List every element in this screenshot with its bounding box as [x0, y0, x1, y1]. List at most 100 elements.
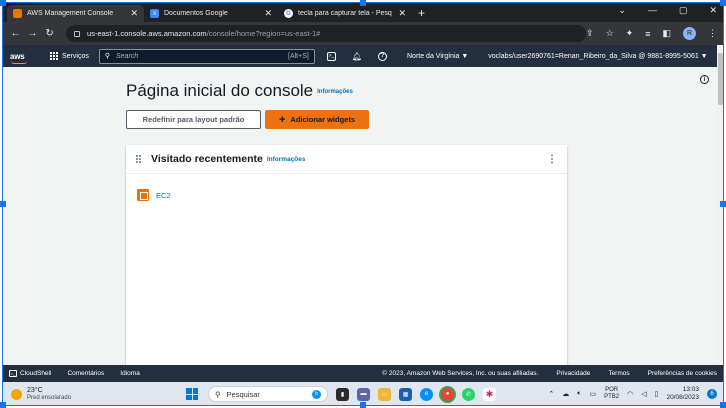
side-panel-icon[interactable]: ◧ [662, 28, 671, 39]
help-icon[interactable]: ? [378, 51, 387, 61]
volume-icon[interactable]: ◁ [641, 390, 646, 398]
tab-search[interactable]: G tecla para capturar tela - Pesquisa ✕ [278, 5, 412, 22]
aws-footer: >_ CloudShell Comentários Idioma © 2023, … [3, 365, 723, 382]
widget-info-link[interactable]: Informações [267, 156, 306, 163]
info-icon[interactable]: i [700, 75, 709, 84]
tab-aws-console[interactable]: AWS Management Console ✕ [7, 5, 144, 22]
resize-handle-top[interactable] [360, 0, 366, 6]
scrollbar-thumb[interactable] [717, 53, 723, 105]
drag-handle-icon[interactable] [136, 155, 142, 163]
aws-logo[interactable]: aws [10, 51, 32, 64]
privacy-link[interactable]: Privacidade [556, 370, 590, 377]
slack-icon[interactable]: ✱ [483, 387, 497, 401]
navbar-icons: >_ 🔔︎ ? [326, 51, 387, 61]
list-item[interactable]: EC2 [137, 189, 171, 201]
copyright-text: © 2023, Amazon Web Services, Inc. ou sua… [382, 370, 539, 377]
resize-handle-bottom[interactable] [360, 402, 366, 408]
bing-icon[interactable]: b [312, 389, 322, 399]
tab-label: tecla para capturar tela - Pesquisa [298, 10, 392, 17]
browser-actions: ⇪ ☆ ✦ ≡ ◧ R ⋮ [586, 27, 717, 40]
store-icon[interactable]: ▦ [399, 387, 413, 401]
cloudshell-link[interactable]: >_ CloudShell [9, 370, 51, 377]
url-path: /console/home?region=us-east-1# [206, 29, 321, 38]
aws-logo-text: aws [10, 51, 25, 61]
bell-icon[interactable]: 🔔︎ [352, 52, 362, 61]
feedback-link[interactable]: Comentários [67, 370, 104, 377]
browser-menu-icon[interactable]: ⋮ [708, 28, 717, 39]
footer-left: >_ CloudShell Comentários Idioma [9, 370, 140, 377]
reset-layout-button[interactable]: Redefinir para layout padrão [126, 110, 261, 129]
window-controls: ⌄ — ▢ ✕ [618, 5, 717, 16]
back-button[interactable]: ← [9, 28, 22, 39]
resize-handle-right[interactable] [720, 201, 726, 207]
language-link[interactable]: Idioma [120, 370, 140, 377]
resize-handle-top-right[interactable] [720, 0, 726, 6]
search-shortcut: [Alt+S] [288, 52, 309, 60]
minimize-button[interactable]: — [648, 5, 657, 16]
resize-handle-bottom-right[interactable] [720, 402, 726, 408]
taskbar-search[interactable]: ⚲ Pesquisar b [208, 386, 329, 402]
terms-link[interactable]: Termos [608, 370, 629, 377]
star-icon[interactable]: ☆ [606, 28, 614, 39]
file-explorer-icon[interactable]: ▭ [378, 387, 392, 401]
recent-item-label[interactable]: EC2 [156, 191, 171, 200]
battery-status-icon[interactable]: ▯ [655, 390, 659, 398]
clock[interactable]: 13:03 20/08/2023 [666, 386, 699, 402]
resize-handle-left[interactable] [0, 201, 6, 207]
speaker-icon[interactable]: 🔈︎ [577, 390, 581, 398]
cloudshell-label: CloudShell [20, 370, 52, 377]
plus-icon: + [278, 113, 286, 126]
taskbar-search-placeholder: Pesquisar [226, 389, 260, 399]
cloudshell-icon[interactable]: >_ [326, 51, 336, 61]
info-link[interactable]: Informações [317, 89, 353, 95]
tab-google-docs[interactable]: ≡ Documentos Google ✕ [144, 5, 278, 22]
edge-icon[interactable]: e [420, 387, 434, 401]
add-widgets-label: Adicionar widgets [290, 115, 356, 124]
aws-icon [13, 9, 22, 18]
cookie-preferences-link[interactable]: Preferências de cookies [648, 370, 717, 377]
chat-icon[interactable]: ▬ [357, 387, 371, 401]
resize-handle-top-left[interactable] [0, 0, 6, 6]
account-menu[interactable]: voclabs/user2690761=Renan_Ribeiro_da_Sil… [488, 53, 707, 60]
reload-button[interactable]: ↻ [43, 28, 56, 39]
wifi-icon[interactable]: ◠ [627, 390, 633, 398]
cloud-icon[interactable]: ☁ [562, 390, 569, 398]
close-icon[interactable]: ✕ [130, 8, 138, 19]
close-icon[interactable]: ✕ [398, 8, 406, 19]
add-widgets-button[interactable]: + Adicionar widgets [265, 110, 369, 129]
tab-search-chevron-icon[interactable]: ⌄ [618, 5, 626, 16]
lock-icon[interactable] [74, 30, 81, 37]
services-label: Serviços [62, 52, 89, 60]
profile-avatar[interactable]: R [683, 27, 696, 40]
address-bar[interactable]: us-east-1.console.aws.amazon.com/console… [66, 25, 587, 42]
console-home: Página inicial do console Informações i R… [3, 67, 717, 365]
weather-widget[interactable]: 23°C Pred ensolarado [11, 387, 71, 402]
region-selector[interactable]: Norte da Virgínia ▼ [407, 53, 468, 60]
search-input[interactable]: ⚲ Search [Alt+S] [98, 48, 315, 64]
clock-time: 13:03 [682, 386, 699, 393]
widget-menu-icon[interactable]: ⋮ [547, 154, 557, 165]
footer-right: © 2023, Amazon Web Services, Inc. ou sua… [382, 370, 717, 377]
chrome-icon[interactable]: ● [441, 387, 455, 401]
aws-navbar: aws Serviços ⚲ Search [Alt+S] >_ 🔔︎ ? No… [3, 45, 717, 67]
resize-handle-bottom-left[interactable] [0, 402, 6, 408]
share-icon[interactable]: ⇪ [586, 28, 594, 39]
battery-icon[interactable]: ▭ [589, 390, 596, 398]
clock-date: 20/08/2023 [666, 394, 699, 401]
notification-badge[interactable]: 6 [707, 389, 717, 399]
close-icon[interactable]: ✕ [264, 8, 272, 19]
page-title-text: Página inicial do console [126, 81, 314, 100]
close-window-button[interactable]: ✕ [709, 5, 717, 16]
chevron-up-icon[interactable]: ⌃ [548, 390, 554, 398]
forward-button[interactable]: → [26, 28, 39, 39]
maximize-button[interactable]: ▢ [679, 5, 688, 16]
reading-list-icon[interactable]: ≡ [645, 29, 650, 39]
task-view-icon[interactable]: ▮ [336, 387, 350, 401]
google-docs-icon: ≡ [150, 9, 159, 18]
extensions-icon[interactable]: ✦ [626, 28, 634, 39]
services-menu[interactable]: Serviços [50, 52, 89, 60]
whatsapp-icon[interactable]: ✆ [462, 387, 476, 401]
new-tab-button[interactable]: + [418, 5, 425, 22]
windows-start-icon[interactable] [186, 388, 199, 400]
language-indicator[interactable]: POR PTB2 [604, 387, 619, 401]
